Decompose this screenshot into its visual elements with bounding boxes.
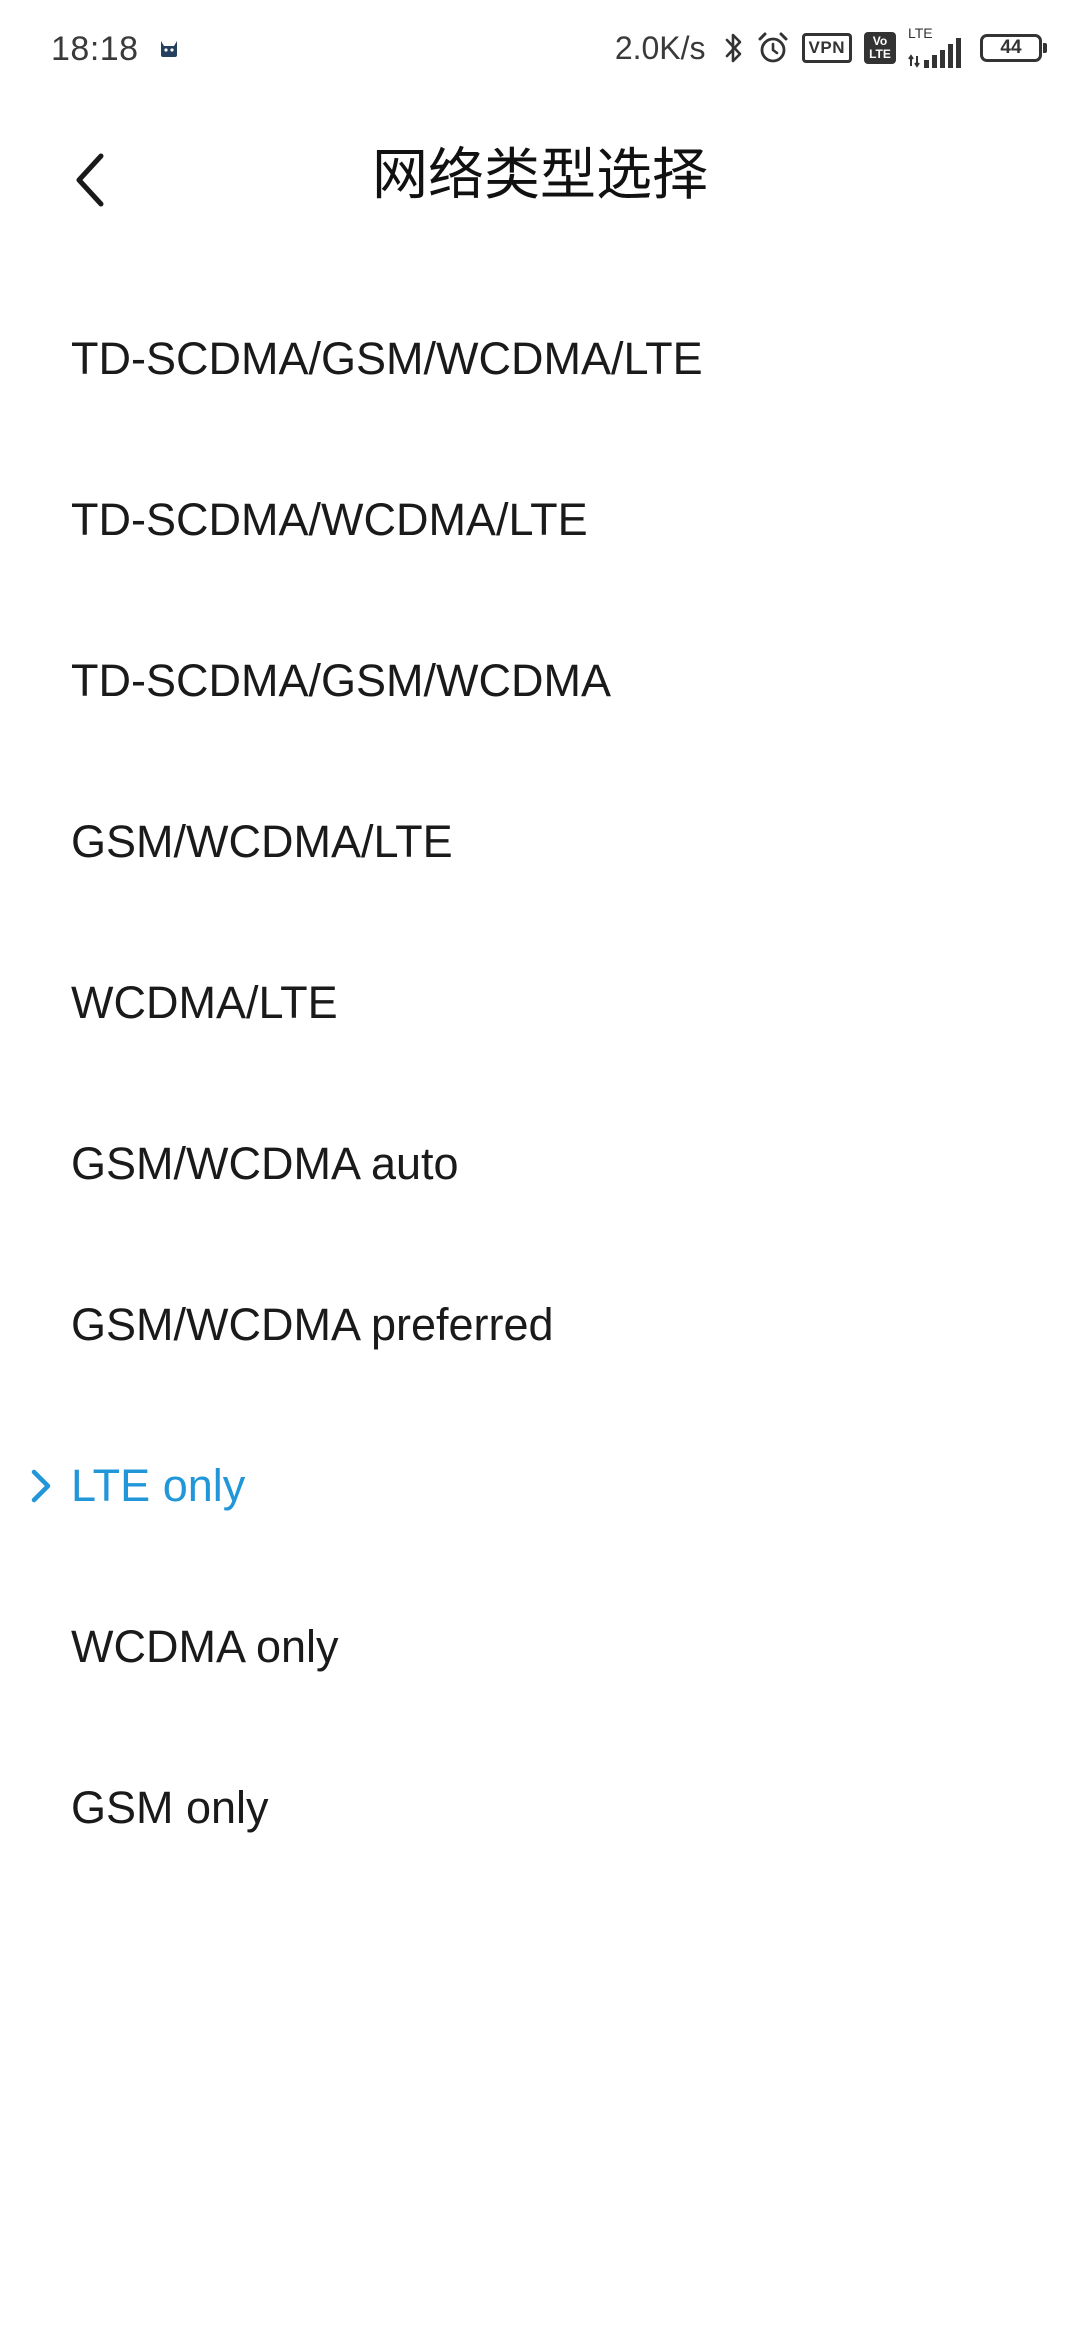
status-bar: 18:18 2.0K/s VPN Vo LTE LTE 44 — [0, 0, 1080, 100]
battery-icon: 44 — [980, 34, 1047, 62]
network-option[interactable]: TD-SCDMA/GSM/WCDMA — [0, 600, 1080, 761]
page-title: 网络类型选择 — [372, 143, 708, 206]
network-option[interactable]: GSM/WCDMA preferred — [0, 1244, 1080, 1405]
network-type-list: TD-SCDMA/GSM/WCDMA/LTE TD-SCDMA/WCDMA/LT… — [0, 278, 1080, 1888]
network-option-label: TD-SCDMA/WCDMA/LTE — [71, 493, 588, 545]
network-option-label: LTE only — [71, 1459, 246, 1511]
network-option-label: GSM/WCDMA/LTE — [71, 815, 453, 867]
screen: 18:18 2.0K/s VPN Vo LTE LTE 44 网络类型选择 TD… — [0, 0, 1080, 2340]
network-option-label: GSM only — [71, 1781, 269, 1833]
header: 网络类型选择 — [0, 120, 1080, 230]
network-option[interactable]: TD-SCDMA/GSM/WCDMA/LTE — [0, 278, 1080, 439]
network-option[interactable]: GSM/WCDMA auto — [0, 1083, 1080, 1244]
network-option-label: WCDMA only — [71, 1620, 339, 1672]
network-option-label: TD-SCDMA/GSM/WCDMA — [71, 654, 611, 706]
alarm-icon — [756, 31, 790, 65]
network-option[interactable]: WCDMA only — [0, 1566, 1080, 1727]
network-option-label: TD-SCDMA/GSM/WCDMA/LTE — [71, 332, 703, 384]
network-option-label: GSM/WCDMA preferred — [71, 1298, 554, 1350]
status-icons: 2.0K/s VPN Vo LTE LTE 44 — [614, 24, 1047, 72]
vpn-icon: VPN — [801, 33, 852, 63]
volte-bottom-text: LTE — [869, 47, 891, 61]
network-option-label: GSM/WCDMA auto — [71, 1137, 459, 1189]
bluetooth-icon — [724, 31, 744, 65]
network-speed: 2.0K/s — [614, 29, 706, 66]
chevron-right-icon — [28, 1466, 54, 1506]
network-option-selected[interactable]: LTE only — [0, 1405, 1080, 1566]
volte-icon: Vo LTE — [864, 32, 896, 64]
network-option-label: WCDMA/LTE — [71, 976, 338, 1028]
network-option[interactable]: TD-SCDMA/WCDMA/LTE — [0, 439, 1080, 600]
signal-icon: LTE — [908, 26, 968, 70]
network-option[interactable]: GSM/WCDMA/LTE — [0, 761, 1080, 922]
cat-app-icon — [158, 37, 180, 59]
status-time: 18:18 — [51, 30, 139, 68]
network-option[interactable]: GSM only — [0, 1727, 1080, 1888]
network-option[interactable]: WCDMA/LTE — [0, 922, 1080, 1083]
